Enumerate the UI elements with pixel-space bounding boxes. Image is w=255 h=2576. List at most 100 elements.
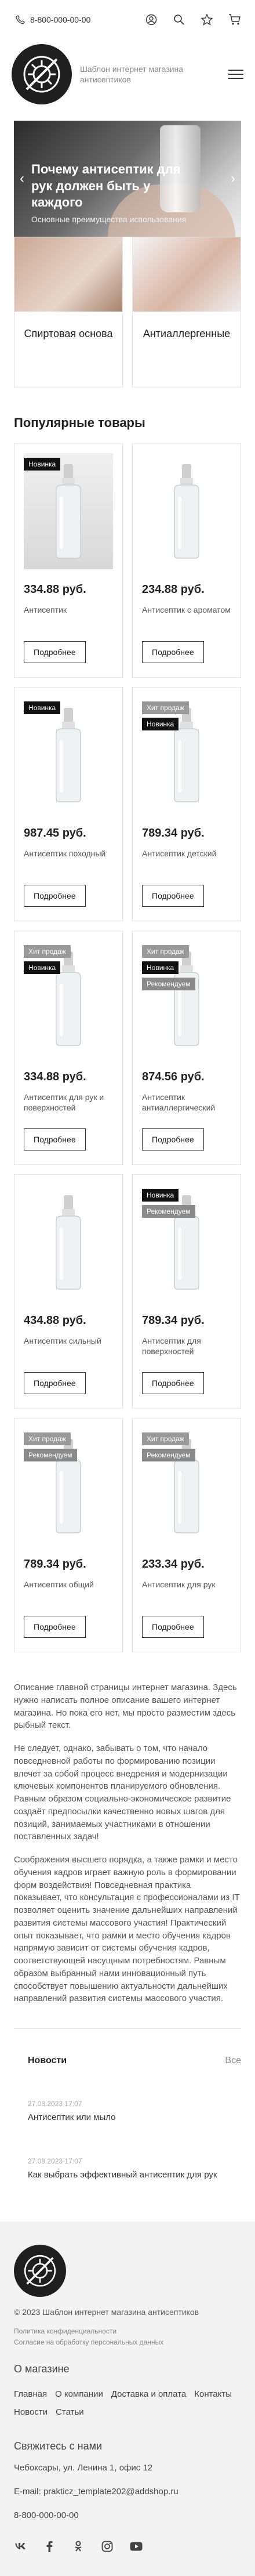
product-image[interactable]: Хит продаж Новинка <box>24 940 113 1057</box>
product-price: 234.88 руб. <box>142 583 205 596</box>
product-name[interactable]: Антисептик <box>24 605 113 637</box>
product-card[interactable]: 434.88 руб. Антисептик сильный Подробнее <box>14 1174 123 1409</box>
product-image[interactable]: Хит продаж Рекомендуем <box>24 1428 113 1544</box>
footer-menu-home[interactable]: Главная <box>14 2389 47 2399</box>
product-image[interactable]: Новинка <box>24 453 113 569</box>
product-badge: Хит продаж <box>142 701 189 714</box>
product-badges: Хит продаж Новинка Рекомендуем <box>142 945 195 990</box>
product-card[interactable]: Новинка 334.88 руб. Антисептик Подробнее <box>14 443 123 678</box>
category-label: Спиртовая основа <box>24 328 113 339</box>
product-name[interactable]: Антисептик для рук и поверхностей <box>24 1092 113 1124</box>
product-details-button[interactable]: Подробнее <box>24 885 86 907</box>
facebook-icon[interactable] <box>43 2540 56 2553</box>
footer-logo[interactable] <box>14 2245 66 2297</box>
product-name[interactable]: Антисептик для рук <box>142 1579 231 1612</box>
product-card[interactable]: Новинка 987.45 руб. Антисептик походный Под… <box>14 687 123 921</box>
product-image[interactable]: Хит продаж Новинка <box>142 697 231 813</box>
footer-menu-articles[interactable]: Статьи <box>56 2407 84 2417</box>
chevron-left-icon[interactable]: ‹ <box>20 171 24 187</box>
news-item[interactable]: 27.08.2023 17:07 Как выбрать эффективный… <box>14 2150 241 2187</box>
category-card[interactable]: Спиртовая основа <box>14 237 123 388</box>
product-badge: Хит продаж <box>142 1432 189 1445</box>
product-card[interactable]: Хит продаж Рекомендуем 233.34 руб. Антисепт… <box>132 1418 241 1652</box>
product-details-button[interactable]: Подробнее <box>142 1616 204 1638</box>
product-badge: Хит продаж <box>24 945 71 958</box>
email-link[interactable]: prakticz_template202@addshop.ru <box>43 2487 178 2497</box>
data-consent-link[interactable]: Согласие на обработку персональных данны… <box>14 2337 241 2348</box>
news-item[interactable]: 27.08.2023 17:07 Антисептик или мыло <box>14 2093 241 2129</box>
product-name[interactable]: Антисептик детский <box>142 848 231 881</box>
news-headline[interactable]: Как выбрать эффективный антисептик для р… <box>28 2170 227 2180</box>
product-card[interactable]: Новинка Рекомендуем 789.34 руб. Антисептик … <box>132 1174 241 1409</box>
vk-icon[interactable] <box>14 2540 27 2553</box>
product-card[interactable]: Хит продаж Рекомендуем 789.34 руб. Антисепт… <box>14 1418 123 1652</box>
product-card[interactable]: Хит продаж Новинка 789.34 руб. Антисептик д… <box>132 687 241 921</box>
product-details-button[interactable]: Подробнее <box>24 1616 86 1638</box>
footer-menu-news[interactable]: Новости <box>14 2407 48 2417</box>
email-label: E-mail: <box>14 2487 41 2497</box>
store-description: Описание главной страницы интернет магаз… <box>14 1681 241 2005</box>
product-name[interactable]: Антисептик антиаллергический <box>142 1092 231 1124</box>
product-price: 434.88 руб. <box>24 1314 86 1327</box>
product-image[interactable]: Хит продаж Рекомендуем <box>142 1428 231 1544</box>
footer-menu-about[interactable]: О компании <box>55 2389 103 2399</box>
product-details-button[interactable]: Подробнее <box>142 885 204 907</box>
news-all-link[interactable]: Все <box>225 2056 241 2066</box>
footer-email: E-mail: prakticz_template202@addshop.ru <box>14 2487 241 2497</box>
product-price: 789.34 руб. <box>24 1558 86 1571</box>
footer-contact-heading: Свяжитесь с нами <box>14 2440 103 2452</box>
phone-icon <box>14 13 27 26</box>
product-badge: Новинка <box>142 961 179 974</box>
product-image[interactable]: Новинка <box>24 697 113 813</box>
product-card[interactable]: Хит продаж Новинка Рекомендуем 874.56 руб. А… <box>132 931 241 1165</box>
product-badges: Хит продаж Новинка <box>142 701 189 730</box>
product-image[interactable]: Хит продаж Новинка Рекомендуем <box>142 940 231 1057</box>
footer-menu-contacts[interactable]: Контакты <box>194 2389 232 2399</box>
instagram-icon[interactable] <box>101 2540 114 2553</box>
product-image[interactable] <box>142 453 231 569</box>
product-price: 874.56 руб. <box>142 1070 205 1083</box>
product-badge: Рекомендуем <box>142 1205 195 1218</box>
product-name[interactable]: Антисептик походный <box>24 848 113 881</box>
footer-copyright: © 2023 Шаблон интернет магазина антисепт… <box>14 2307 199 2317</box>
header-phone[interactable]: 8-800-000-00-00 <box>14 13 90 26</box>
news-headline[interactable]: Антисептик или мыло <box>28 2112 227 2122</box>
footer-menu-delivery[interactable]: Доставка и оплата <box>111 2389 186 2399</box>
hero-title: Почему антисептик для рук должен быть у … <box>31 162 181 210</box>
site-footer: © 2023 Шаблон интернет магазина антисепт… <box>0 2222 255 2576</box>
news-title: Новости <box>28 2056 67 2065</box>
product-name[interactable]: Антисептик сильный <box>24 1336 113 1368</box>
product-details-button[interactable]: Подробнее <box>142 1128 204 1150</box>
product-card[interactable]: Хит продаж Новинка 334.88 руб. Антисептик д… <box>14 931 123 1165</box>
product-badges: Новинка <box>24 458 61 471</box>
hero-banner[interactable]: ‹ › Почему антисептик для рук должен быт… <box>14 121 241 237</box>
product-badge: Рекомендуем <box>142 1449 195 1461</box>
account-icon[interactable] <box>145 13 158 26</box>
site-logo[interactable] <box>12 44 72 104</box>
favorites-star-icon[interactable] <box>201 13 213 26</box>
product-badges: Новинка <box>24 701 61 714</box>
news-date: 27.08.2023 17:07 <box>28 2100 82 2108</box>
product-details-button[interactable]: Подробнее <box>24 1128 86 1150</box>
product-details-button[interactable]: Подробнее <box>142 1372 204 1394</box>
chevron-right-icon[interactable]: › <box>231 171 235 187</box>
product-details-button[interactable]: Подробнее <box>142 641 204 663</box>
product-name[interactable]: Антисептик для поверхностей <box>142 1336 231 1368</box>
product-details-button[interactable]: Подробнее <box>24 641 86 663</box>
odnoklassniki-icon[interactable] <box>72 2540 85 2553</box>
search-icon[interactable] <box>173 13 185 26</box>
product-image[interactable]: Новинка Рекомендуем <box>142 1184 231 1300</box>
product-details-button[interactable]: Подробнее <box>24 1372 86 1394</box>
privacy-policy-link[interactable]: Политика конфиденциальности <box>14 2326 241 2337</box>
category-card[interactable]: Антиаллергенные <box>132 237 241 388</box>
menu-burger-icon[interactable] <box>228 70 243 79</box>
product-card[interactable]: 234.88 руб. Антисептик с ароматом Подробне… <box>132 443 241 678</box>
footer-phone[interactable]: 8-800-000-00-00 <box>14 2510 241 2520</box>
youtube-icon[interactable] <box>130 2540 143 2553</box>
category-image <box>133 237 241 312</box>
hero-subtitle: Основные преимущества использования <box>31 215 187 224</box>
product-name[interactable]: Антисептик с ароматом <box>142 605 231 637</box>
product-image[interactable] <box>24 1184 113 1300</box>
product-name[interactable]: Антисептик общий <box>24 1579 113 1612</box>
cart-icon[interactable] <box>228 13 241 26</box>
